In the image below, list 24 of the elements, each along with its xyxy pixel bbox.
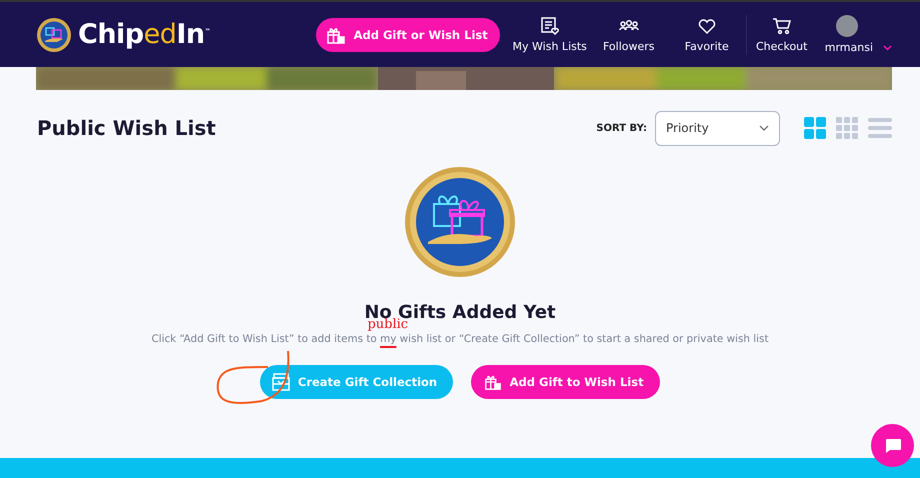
list-heart-icon — [540, 16, 560, 34]
nav-link[interactable]: My Wish Lists — [510, 16, 590, 52]
chat-button[interactable] — [871, 424, 914, 467]
nav-link[interactable]: Followers — [590, 16, 668, 52]
nav-link[interactable]: Favorite — [668, 16, 746, 52]
gift-icon — [484, 373, 502, 391]
page-title: Public Wish List — [37, 116, 216, 140]
chat-icon — [884, 438, 902, 454]
box-icon — [272, 373, 290, 391]
nav-link[interactable]: Checkout — [746, 16, 817, 52]
logo-text[interactable]: ChipedIn$^{™}$ — [78, 19, 210, 50]
sort-label: SORT BY: — [596, 122, 647, 134]
add-gift-button[interactable]: Add Gift to Wish List — [471, 365, 660, 399]
empty-state-message: Click “Add Gift to Wish List” to add items to my wish list or “Create Gift Collection” to start a shared or private wish list — [151, 333, 769, 345]
chevron-down-icon — [759, 125, 769, 131]
sort-select[interactable]: Priority — [655, 110, 780, 146]
add-gift-or-wish-list-button[interactable]: Add Gift or Wish List — [316, 18, 500, 52]
logo-icon — [36, 16, 72, 52]
large-grid-view-button[interactable] — [804, 117, 826, 139]
cart-icon — [772, 16, 792, 34]
chevron-down-icon[interactable] — [883, 44, 892, 50]
user-avatar[interactable] — [836, 15, 858, 37]
user-name[interactable]: mrmansi — [824, 41, 873, 54]
heart-icon — [696, 16, 717, 34]
